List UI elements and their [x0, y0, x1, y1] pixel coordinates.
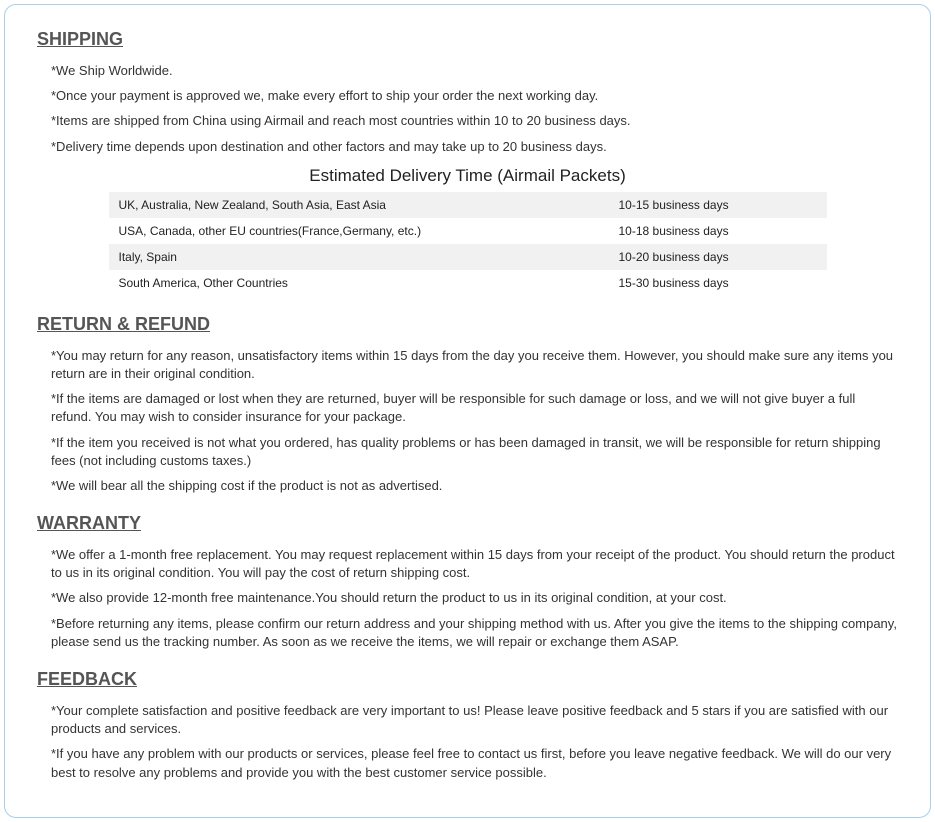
shipping-list: *We Ship Worldwide. *Once your payment i…	[37, 62, 898, 156]
table-row: USA, Canada, other EU countries(France,G…	[109, 218, 827, 244]
list-item: *Before returning any items, please conf…	[51, 615, 898, 651]
list-item: *If you have any problem with our produc…	[51, 745, 898, 781]
delivery-table: UK, Australia, New Zealand, South Asia, …	[109, 192, 827, 296]
return-refund-list: *You may return for any reason, unsatisf…	[37, 347, 898, 495]
region-cell: UK, Australia, New Zealand, South Asia, …	[109, 192, 609, 218]
table-row: South America, Other Countries 15-30 bus…	[109, 270, 827, 296]
warranty-heading: WARRANTY	[37, 513, 898, 534]
list-item: *We Ship Worldwide.	[51, 62, 898, 80]
list-item: *If the items are damaged or lost when t…	[51, 390, 898, 426]
list-item: *We offer a 1-month free replacement. Yo…	[51, 546, 898, 582]
list-item: *We also provide 12-month free maintenan…	[51, 589, 898, 607]
return-refund-heading: RETURN & REFUND	[37, 314, 898, 335]
warranty-list: *We offer a 1-month free replacement. Yo…	[37, 546, 898, 651]
list-item: *Your complete satisfaction and positive…	[51, 702, 898, 738]
table-row: UK, Australia, New Zealand, South Asia, …	[109, 192, 827, 218]
time-cell: 10-18 business days	[609, 218, 827, 244]
region-cell: South America, Other Countries	[109, 270, 609, 296]
list-item: *You may return for any reason, unsatisf…	[51, 347, 898, 383]
feedback-heading: FEEDBACK	[37, 669, 898, 690]
time-cell: 10-20 business days	[609, 244, 827, 270]
time-cell: 10-15 business days	[609, 192, 827, 218]
list-item: *We will bear all the shipping cost if t…	[51, 477, 898, 495]
region-cell: Italy, Spain	[109, 244, 609, 270]
list-item: *If the item you received is not what yo…	[51, 434, 898, 470]
list-item: *Items are shipped from China using Airm…	[51, 112, 898, 130]
document-container: SHIPPING *We Ship Worldwide. *Once your …	[4, 4, 931, 818]
list-item: *Once your payment is approved we, make …	[51, 87, 898, 105]
table-row: Italy, Spain 10-20 business days	[109, 244, 827, 270]
delivery-table-title: Estimated Delivery Time (Airmail Packets…	[37, 166, 898, 186]
region-cell: USA, Canada, other EU countries(France,G…	[109, 218, 609, 244]
time-cell: 15-30 business days	[609, 270, 827, 296]
feedback-list: *Your complete satisfaction and positive…	[37, 702, 898, 782]
shipping-heading: SHIPPING	[37, 29, 898, 50]
list-item: *Delivery time depends upon destination …	[51, 138, 898, 156]
